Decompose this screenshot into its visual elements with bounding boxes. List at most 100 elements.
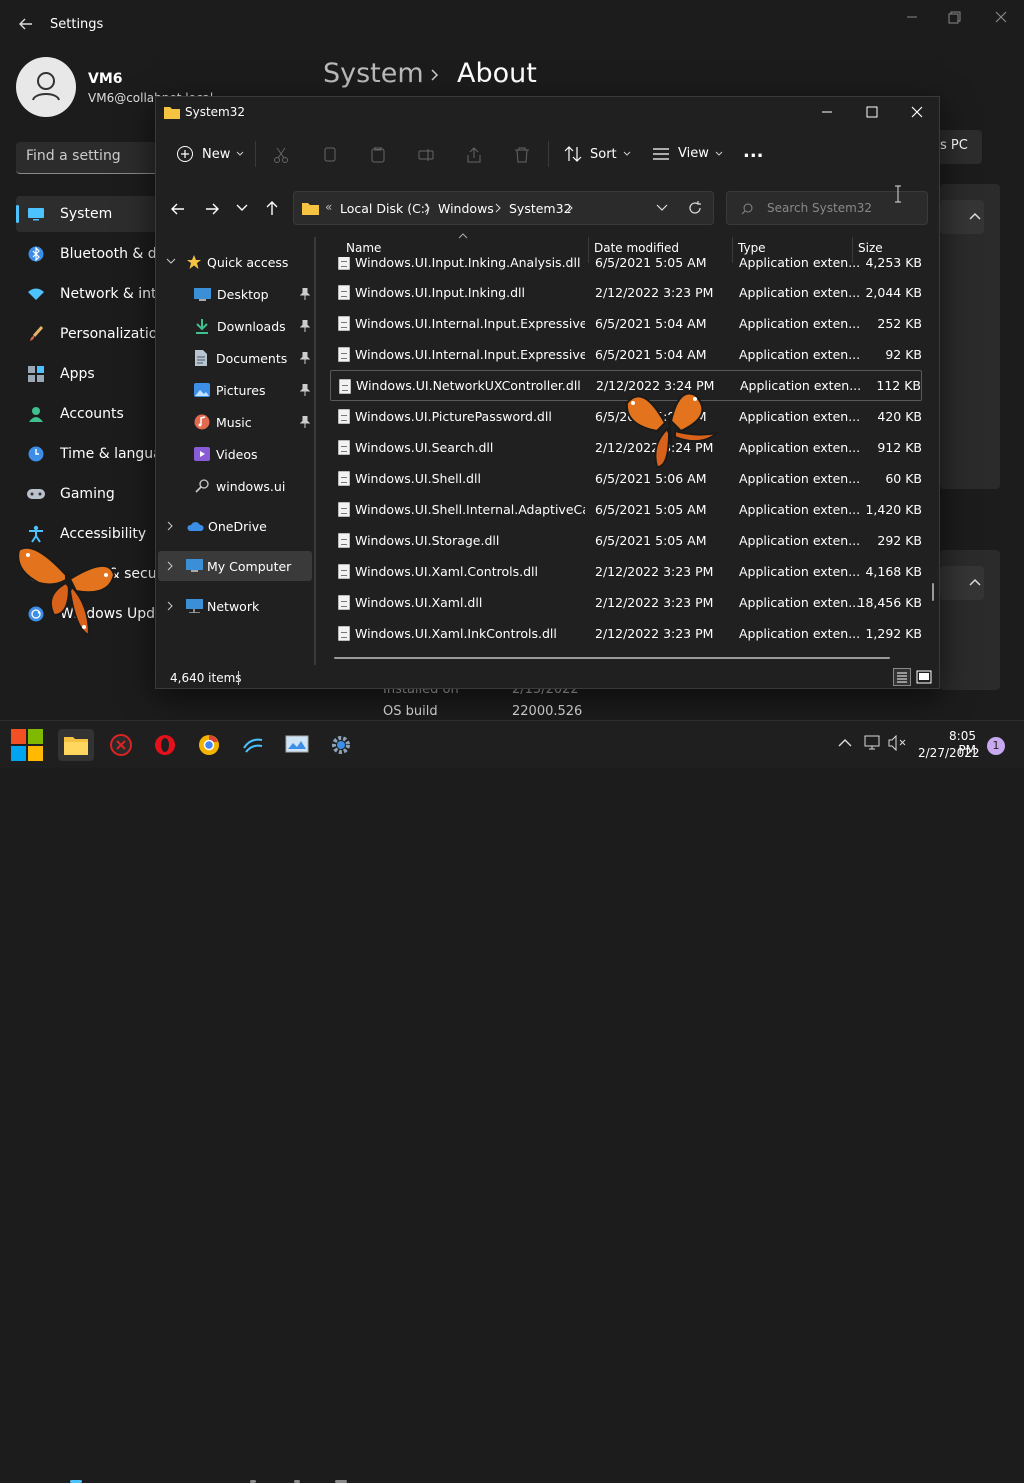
copy-icon[interactable] (322, 147, 338, 163)
table-row[interactable]: Windows.UI.Xaml.InkControls.dll 2/12/202… (330, 618, 922, 649)
file-size: 420 KB (877, 409, 922, 424)
sort-icon (564, 146, 582, 162)
back-arrow-icon[interactable] (16, 14, 36, 34)
file-type: Application exten... (739, 316, 861, 331)
file-size: 912 KB (877, 440, 922, 455)
maximize-icon[interactable] (948, 10, 962, 24)
back-arrow-icon[interactable] (170, 201, 186, 217)
network-status-icon[interactable] (864, 735, 882, 751)
opera-icon (154, 734, 176, 756)
file-name: Windows.UI.Xaml.Controls.dll (355, 564, 538, 579)
table-row[interactable]: Windows.UI.Storage.dll 6/5/2021 5:05 AM … (330, 525, 922, 556)
dll-file-icon (338, 564, 350, 579)
table-row[interactable]: Windows.UI.Xaml.Controls.dll 2/12/2022 3… (330, 556, 922, 587)
chevron-up-icon[interactable] (968, 210, 982, 224)
sort-button[interactable]: Sort (564, 146, 631, 162)
breadcrumb-system32[interactable]: System32 (509, 201, 572, 216)
close-icon[interactable] (910, 105, 924, 119)
os-build-value: 22000.526 (512, 704, 583, 719)
breadcrumb-overflow[interactable]: « (325, 200, 332, 214)
butterfly-image (621, 385, 721, 480)
settings-nav-label: Apps (60, 366, 95, 382)
file-type: Application exten... (739, 409, 861, 424)
table-row[interactable]: Windows.UI.Internal.Input.ExpressiveInp.… (330, 339, 922, 370)
bluetooth-icon (26, 244, 46, 264)
start-button[interactable] (9, 729, 45, 761)
file-name: Windows.UI.Shell.Internal.AdaptiveCards.… (355, 502, 585, 517)
new-button[interactable]: New (176, 145, 244, 163)
taskbar-app-red[interactable] (103, 729, 139, 761)
more-options-button[interactable]: ... (743, 141, 764, 162)
up-arrow-icon[interactable] (264, 200, 280, 216)
file-name: Windows.UI.Search.dll (355, 440, 494, 455)
file-date: 6/5/2021 5:04 AM (595, 316, 707, 331)
gamepad-icon (26, 484, 46, 504)
file-size: 1,420 KB (865, 502, 922, 517)
minimize-icon[interactable] (905, 10, 919, 24)
file-name: Windows.UI.NetworkUXController.dll (356, 378, 581, 393)
file-name: Windows.UI.Xaml.InkControls.dll (355, 626, 557, 641)
file-size: 292 KB (877, 533, 922, 548)
taskbar-file-explorer[interactable] (58, 729, 94, 761)
file-type: Application exten... (739, 347, 861, 362)
item-count: 4,640 items (170, 671, 242, 685)
clock-icon (26, 444, 46, 464)
clock-date[interactable]: 2/27/2022 (918, 746, 980, 760)
chevron-up-icon[interactable] (968, 576, 982, 590)
toolbar-divider (548, 141, 549, 167)
volume-muted-icon[interactable] (888, 735, 908, 751)
avatar[interactable] (16, 57, 76, 117)
taskbar-app-wave[interactable] (235, 729, 271, 761)
breadcrumb-windows[interactable]: Windows (438, 201, 494, 216)
table-row[interactable]: Windows.UI.Xaml.dll 2/12/2022 3:23 PM Ap… (330, 587, 922, 618)
column-header-type[interactable]: Type (738, 241, 766, 255)
taskbar-browser[interactable] (191, 729, 227, 761)
forward-arrow-icon[interactable] (204, 201, 220, 217)
file-size: 18,456 KB (857, 595, 922, 610)
folder-icon (164, 105, 180, 119)
file-type: Application exten... (739, 440, 861, 455)
column-header-name[interactable]: Name (346, 241, 381, 255)
delete-icon[interactable] (514, 147, 530, 163)
paste-icon[interactable] (370, 147, 386, 163)
chevron-right-icon (423, 203, 431, 213)
file-size: 92 KB (885, 347, 922, 362)
show-hidden-icons[interactable] (838, 738, 852, 748)
address-bar[interactable]: « Local Disk (C:) Windows System32 (293, 191, 714, 225)
rename-icon[interactable] (418, 147, 434, 163)
share-icon[interactable] (466, 147, 482, 163)
sort-ascending-icon (458, 233, 468, 239)
dll-file-icon (338, 347, 350, 362)
taskbar-settings[interactable] (323, 729, 359, 761)
cut-icon[interactable] (273, 147, 289, 163)
large-icons-view-button[interactable] (915, 668, 933, 686)
table-row[interactable]: Windows.UI.Internal.Input.ExpressiveInp.… (330, 308, 922, 339)
column-header-size[interactable]: Size (858, 241, 883, 255)
vertical-scrollbar-thumb[interactable] (932, 583, 934, 601)
file-date: 2/12/2022 3:23 PM (595, 595, 714, 610)
notification-badge[interactable]: 1 (987, 737, 1005, 755)
chevron-down-icon[interactable] (656, 204, 668, 212)
recent-locations-icon[interactable] (236, 203, 248, 213)
taskbar-app-monitor[interactable] (279, 729, 315, 761)
settings-nav-label: Accounts (60, 406, 124, 422)
table-row[interactable]: Windows.UI.Input.Inking.Analysis.dll 6/5… (330, 257, 922, 278)
taskbar-opera[interactable] (147, 729, 183, 761)
close-icon[interactable] (994, 10, 1008, 24)
table-row[interactable]: Windows.UI.Input.Inking.dll 2/12/2022 3:… (330, 277, 922, 308)
view-button[interactable]: View (652, 146, 723, 161)
table-row[interactable]: Windows.UI.Shell.Internal.AdaptiveCards.… (330, 494, 922, 525)
refresh-icon[interactable] (688, 201, 702, 215)
file-size: 60 KB (885, 471, 922, 486)
column-header-date[interactable]: Date modified (594, 241, 679, 255)
breadcrumb-local-disk[interactable]: Local Disk (C:) (340, 201, 430, 216)
dll-file-icon (338, 471, 350, 486)
monitor-icon (285, 735, 309, 755)
file-date: 2/12/2022 3:23 PM (595, 285, 714, 300)
minimize-icon[interactable] (820, 105, 834, 119)
horizontal-scrollbar-thumb[interactable] (334, 657, 890, 659)
details-view-button[interactable] (893, 668, 911, 686)
view-icon (652, 147, 670, 161)
breadcrumb-parent[interactable]: System (323, 58, 424, 89)
maximize-icon[interactable] (865, 105, 879, 119)
